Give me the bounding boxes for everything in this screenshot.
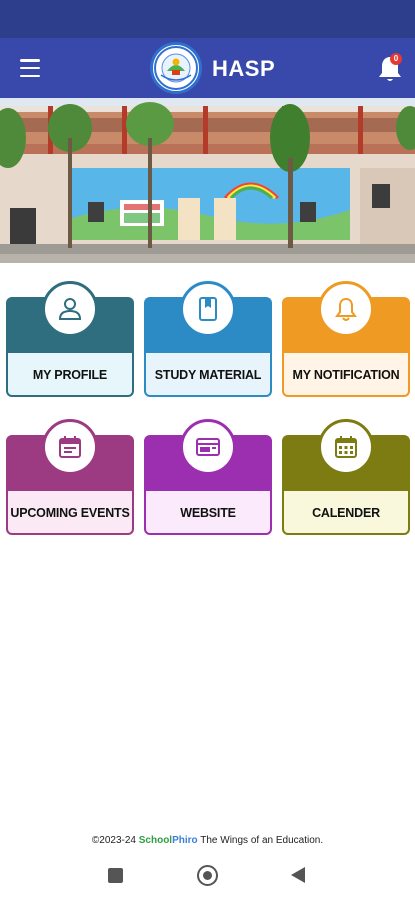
tile-label: WEBSITE [180,506,236,520]
tagline-text: The Wings of an Education. [197,835,324,846]
copyright-text: ©2023-24 [91,835,139,846]
tile-label: UPCOMING EVENTS [10,506,130,520]
tile-label: MY NOTIFICATION [292,368,400,382]
brand-school: School [138,835,173,846]
recent-apps-button[interactable] [108,868,123,883]
school-building-photo [0,98,415,263]
school-logo-graphic [154,46,198,90]
web-icon [180,419,236,475]
tile-label: MY PROFILE [32,368,108,382]
calendar-icon [318,419,374,475]
status-bar [0,0,415,38]
menu-line [20,66,40,70]
event-icon [42,419,98,475]
app-bar: HASP 0 [0,38,415,98]
tile-website[interactable]: WEBSITE [144,419,272,535]
tile-my-profile[interactable]: MY PROFILE [6,281,134,397]
tile-label: CALENDER [312,506,380,520]
tile-calender[interactable]: CALENDER [282,419,410,535]
school-banner-image [0,98,415,263]
system-nav-bar [0,855,415,900]
tile-my-notification[interactable]: MY NOTIFICATION [282,281,410,397]
home-button[interactable] [197,865,218,886]
book-icon [180,281,236,337]
app-title: HASP [212,56,276,81]
brand-phiro: Phiro [172,835,198,846]
school-logo [150,42,202,94]
menu-line [20,74,40,77]
notification-badge: 0 [390,53,402,65]
menu-button[interactable] [14,55,46,81]
tile-upcoming-events[interactable]: UPCOMING EVENTS [6,419,134,535]
tile-study-material[interactable]: STUDY MATERIAL [144,281,272,397]
tile-label: STUDY MATERIAL [154,368,262,382]
back-button[interactable] [291,867,305,883]
footer-copyright: ©2023-24 SchoolPhiro The Wings of an Edu… [0,835,415,846]
bell-icon [318,281,374,337]
person-icon [42,281,98,337]
menu-line [20,59,40,62]
